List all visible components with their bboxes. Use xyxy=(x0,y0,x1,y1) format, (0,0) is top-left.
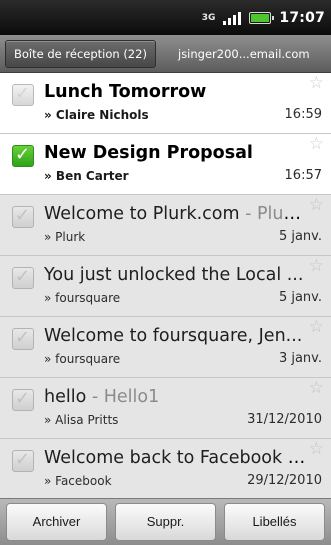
message-sender: » Facebook xyxy=(44,474,112,488)
message-sender: » foursquare xyxy=(44,291,121,305)
message-subject-line: You just unlocked the Local ... xyxy=(44,262,306,288)
message-date: 16:57 xyxy=(284,168,322,183)
mailbox-header: Boîte de réception (22) jsinger200...ema… xyxy=(0,35,331,73)
message-date: 16:59 xyxy=(284,107,322,122)
message-date: 3 janv. xyxy=(278,351,322,366)
message-subject-line: Welcome back to Facebook - f... xyxy=(44,445,306,471)
signal-strength-icon xyxy=(223,11,242,25)
message-subject-line: Lunch Tomorrow xyxy=(44,79,306,105)
message-checkbox[interactable]: ✓ xyxy=(12,449,34,472)
message-row-1[interactable]: ✓ New Design Proposal ☆ » Ben Carter 16:… xyxy=(0,134,331,195)
message-sender: » Plurk xyxy=(44,230,86,244)
message-subject-line: hello - Hello1 xyxy=(44,384,306,410)
message-checkbox[interactable]: ✓ xyxy=(12,266,34,289)
status-clock: 17:07 xyxy=(279,10,325,26)
message-row-3[interactable]: ✓ You just unlocked the Local ... ☆ » fo… xyxy=(0,256,331,317)
message-subject: Welcome back to Facebook xyxy=(44,448,283,468)
status-bar: 3G 17:07 xyxy=(0,0,331,35)
message-subject: Lunch Tomorrow xyxy=(44,82,207,102)
checkmark-icon: ✓ xyxy=(15,388,31,409)
message-sender: » Claire Nichols xyxy=(44,108,149,122)
message-checkbox[interactable]: ✓ xyxy=(12,205,34,228)
message-preview: - f... xyxy=(287,448,306,468)
bottom-action-bar: Archiver Suppr. Libellés xyxy=(0,498,331,545)
message-checkbox[interactable]: ✓ xyxy=(12,83,34,106)
status-indicators: 3G 17:07 xyxy=(202,9,325,27)
message-sender: » Ben Carter xyxy=(44,169,129,183)
battery-level-fill xyxy=(251,14,270,22)
message-checkbox[interactable]: ✓ xyxy=(12,327,34,350)
message-sender: » Alisa Pritts xyxy=(44,413,119,427)
message-preview: - Plurk.... xyxy=(245,204,306,224)
battery-icon xyxy=(249,12,275,24)
folder-selector-button[interactable]: Boîte de réception (22) xyxy=(5,40,156,68)
network-type-indicator: 3G xyxy=(201,12,216,23)
labels-button[interactable]: Libellés xyxy=(224,503,325,541)
star-icon[interactable]: ☆ xyxy=(309,380,324,397)
message-subject-line: New Design Proposal xyxy=(44,140,306,166)
message-row-2[interactable]: ✓ Welcome to Plurk.com - Plurk.... ☆ » P… xyxy=(0,195,331,256)
star-icon[interactable]: ☆ xyxy=(309,258,324,275)
message-row-4[interactable]: ✓ Welcome to foursquare, Jen... ☆ » four… xyxy=(0,317,331,378)
message-subject-line: Welcome to Plurk.com - Plurk.... xyxy=(44,201,306,227)
star-icon[interactable]: ☆ xyxy=(309,75,324,92)
checkmark-icon: ✓ xyxy=(15,266,31,287)
message-subject: You just unlocked the Local ... xyxy=(44,265,304,285)
message-subject: Welcome to foursquare, Jen... xyxy=(44,326,303,346)
checkmark-icon: ✓ xyxy=(15,83,31,104)
message-date: 31/12/2010 xyxy=(247,412,322,427)
star-icon[interactable]: ☆ xyxy=(309,136,324,153)
message-subject: hello xyxy=(44,387,87,407)
checkmark-icon: ✓ xyxy=(15,144,31,165)
message-subject: Welcome to Plurk.com xyxy=(44,204,240,224)
delete-button[interactable]: Suppr. xyxy=(115,503,216,541)
message-preview: - Hello1 xyxy=(86,387,160,407)
checkmark-icon: ✓ xyxy=(15,327,31,348)
message-subject: New Design Proposal xyxy=(44,143,253,163)
star-icon[interactable]: ☆ xyxy=(309,441,324,458)
message-checkbox[interactable]: ✓ xyxy=(12,144,34,167)
message-row-0[interactable]: ✓ Lunch Tomorrow ☆ » Claire Nichols 16:5… xyxy=(0,73,331,134)
star-icon[interactable]: ☆ xyxy=(309,319,324,336)
star-icon[interactable]: ☆ xyxy=(309,197,324,214)
message-date: 5 janv. xyxy=(278,290,322,305)
message-sender: » foursquare xyxy=(44,352,121,366)
message-row-5[interactable]: ✓ hello - Hello1 ☆ » Alisa Pritts 31/12/… xyxy=(0,378,331,439)
message-row-6[interactable]: ✓ Welcome back to Facebook - f... ☆ » Fa… xyxy=(0,439,331,498)
account-selector[interactable]: jsinger200...email.com xyxy=(174,40,331,68)
message-date: 29/12/2010 xyxy=(247,473,322,488)
archive-button[interactable]: Archiver xyxy=(6,503,107,541)
message-date: 5 janv. xyxy=(278,229,322,244)
checkmark-icon: ✓ xyxy=(15,205,31,226)
message-list: ✓ Lunch Tomorrow ☆ » Claire Nichols 16:5… xyxy=(0,73,331,498)
checkmark-icon: ✓ xyxy=(15,449,31,470)
message-subject-line: Welcome to foursquare, Jen... xyxy=(44,323,306,349)
message-checkbox[interactable]: ✓ xyxy=(12,388,34,411)
